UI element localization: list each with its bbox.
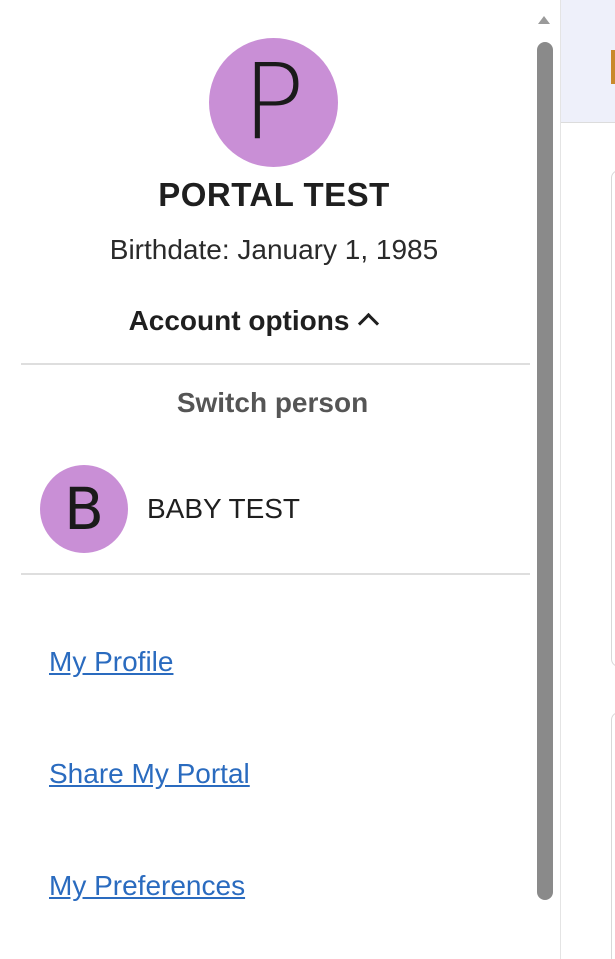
account-options-toggle[interactable]: Account options xyxy=(0,305,505,337)
person-name: PORTAL TEST xyxy=(158,176,390,213)
person-name: BABY TEST xyxy=(147,493,301,524)
main-content-area xyxy=(560,0,615,959)
account-options-label: Account options xyxy=(128,305,350,336)
avatar: P xyxy=(209,38,338,167)
account-sidebar: P PORTAL TEST Birthdate: January 1, 1985… xyxy=(0,0,530,959)
share-my-portal-link[interactable]: Share My Portal xyxy=(49,758,250,790)
chevron-up-icon xyxy=(358,312,380,335)
birthdate-text: Birthdate: January 1, 1985 xyxy=(109,234,439,265)
content-card xyxy=(611,170,615,667)
sidebar-scrollbar[interactable] xyxy=(530,0,560,959)
avatar: B xyxy=(40,465,128,553)
main-header xyxy=(561,0,615,123)
my-profile-link[interactable]: My Profile xyxy=(49,646,173,678)
main-header-title-fragment xyxy=(611,50,615,84)
content-card xyxy=(611,712,615,959)
scroll-up-arrow-icon[interactable] xyxy=(538,16,550,24)
divider xyxy=(21,573,530,575)
divider xyxy=(21,363,530,365)
my-preferences-link[interactable]: My Preferences xyxy=(49,870,245,902)
switch-person-item-baby-test[interactable]: B BABY TEST xyxy=(40,465,300,553)
switch-person-heading: Switch person xyxy=(176,387,369,418)
scrollbar-thumb[interactable] xyxy=(537,42,553,900)
app-window: P PORTAL TEST Birthdate: January 1, 1985… xyxy=(0,0,615,959)
